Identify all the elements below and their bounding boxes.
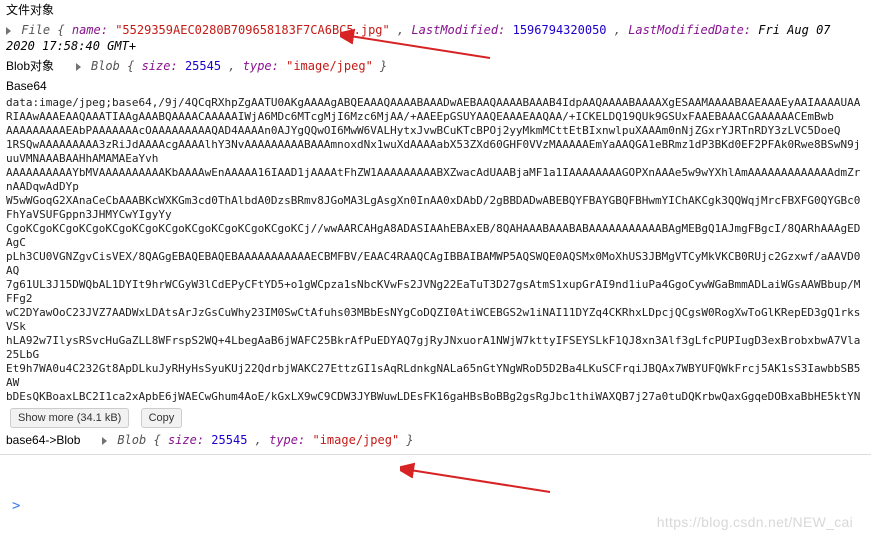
size-key: size:	[142, 59, 178, 73]
size-val: 25545	[185, 59, 221, 73]
arrow-annotation-bottom	[400, 460, 560, 500]
lm-key: LastModified:	[411, 23, 505, 37]
file-detail-row: File { name: "5529359AEC0280B709658183F7…	[0, 20, 871, 56]
type2-key: type:	[269, 433, 305, 447]
divider	[0, 454, 871, 455]
type-key: type:	[243, 59, 279, 73]
file-label-row: 文件对象	[0, 0, 871, 20]
lmd-key: LastModifiedDate:	[628, 23, 751, 37]
size2-key: size:	[168, 433, 204, 447]
blob2-prefix: Blob	[117, 433, 146, 447]
name-val: "5529359AEC0280B709658183F7CA6BC5.jpg"	[115, 23, 390, 37]
copy-button[interactable]: Copy	[141, 408, 183, 428]
expand-icon[interactable]	[102, 437, 107, 445]
blob-prefix: Blob	[91, 59, 120, 73]
base64-actions: Show more (34.1 kB) Copy	[0, 406, 871, 430]
watermark-text: https://blog.csdn.net/NEW_cai	[657, 514, 853, 530]
base64-data: data:image/jpeg;base64,/9j/4QCqRXhpZgAAT…	[0, 96, 871, 406]
file-prefix: File	[21, 23, 50, 37]
base64-label-row: Base64	[0, 76, 871, 96]
base64-to-blob-row: base64->Blob Blob { size: 25545 , type: …	[0, 430, 871, 450]
base64-to-blob-label: base64->Blob	[6, 433, 80, 447]
file-object-label: 文件对象	[6, 3, 54, 17]
name-key: name:	[72, 23, 108, 37]
blob-label-row: Blob对象 Blob { size: 25545 , type: "image…	[0, 56, 871, 76]
type2-val: "image/jpeg"	[312, 433, 399, 447]
expand-icon[interactable]	[76, 63, 81, 71]
type-val: "image/jpeg"	[286, 59, 373, 73]
expand-icon[interactable]	[6, 27, 11, 35]
blob-object-label: Blob对象	[6, 59, 54, 73]
lm-val: 1596794320050	[513, 23, 607, 37]
size2-val: 25545	[211, 433, 247, 447]
show-more-button[interactable]: Show more (34.1 kB)	[10, 408, 129, 428]
console-prompt[interactable]: >	[6, 496, 26, 516]
base64-label: Base64	[6, 79, 47, 93]
